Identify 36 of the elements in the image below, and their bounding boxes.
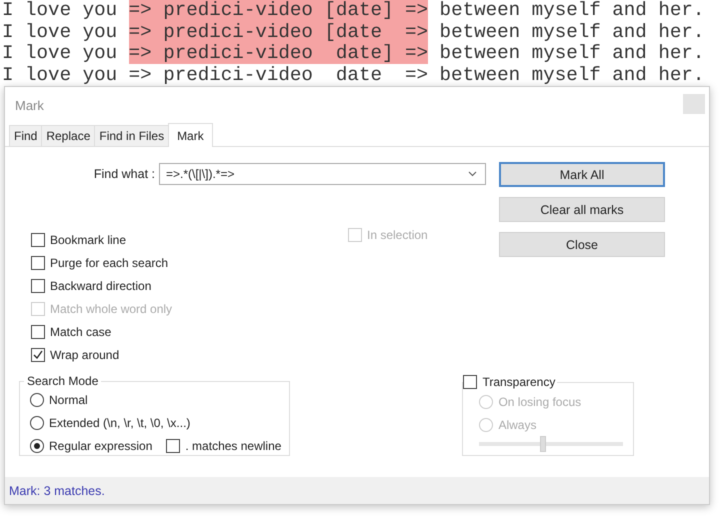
tab[interactable]: Mark [168,123,213,147]
transparency-checkbox[interactable]: Transparency [463,374,556,390]
code-text: I love you => predici-video date => between myself and her. [2,64,704,86]
option-checkbox[interactable]: Wrap around [31,343,348,366]
code-text: I love you [2,0,118,21]
code-text: between myself and her. [438,0,704,21]
code-text: => predici-video [date] => [128,0,428,21]
option-checkbox[interactable]: Bookmark line [31,228,348,251]
search-mode-radio[interactable]: Regular expression [30,434,152,457]
slider-thumb[interactable] [540,436,546,452]
option-checkbox[interactable]: Purge for each search [31,251,348,274]
code-text: => predici-video date] => [128,42,428,64]
close-button[interactable] [683,94,705,114]
code-text: between myself and her. [438,42,704,64]
code-text: I love you [2,20,118,42]
tab[interactable]: Replace [41,125,96,146]
find-what-label: Find what : [92,167,156,181]
status-text: Mark: 3 matches. [9,484,105,498]
search-mode-radio[interactable]: Extended (\n, \r, \t, \0, \x...) [30,411,190,434]
matches-newline-checkbox[interactable]: . matches newline [166,434,282,457]
dialog-button[interactable]: Mark All [499,162,665,187]
dialog-button[interactable]: Clear all marks [499,197,665,222]
search-mode-radio[interactable]: Normal [30,388,88,411]
option-checkbox[interactable]: Backward direction [31,274,348,297]
code-text: => predici-video [date => [128,20,428,42]
chevron-down-icon [468,171,477,177]
dialog-title: Mark [15,98,44,112]
find-what-field[interactable]: =>.*(\[|\]).*=> [159,163,486,185]
code-text: between myself and her. [438,20,704,42]
group-title: Search Mode [26,374,100,388]
dialog-button[interactable]: Close [499,232,665,257]
tab[interactable]: Find in Files [94,125,170,146]
tab[interactable]: Find [9,125,42,146]
code-text: I love you [2,42,118,64]
check-icon [32,348,44,360]
option-checkbox[interactable]: Match case [31,320,348,343]
